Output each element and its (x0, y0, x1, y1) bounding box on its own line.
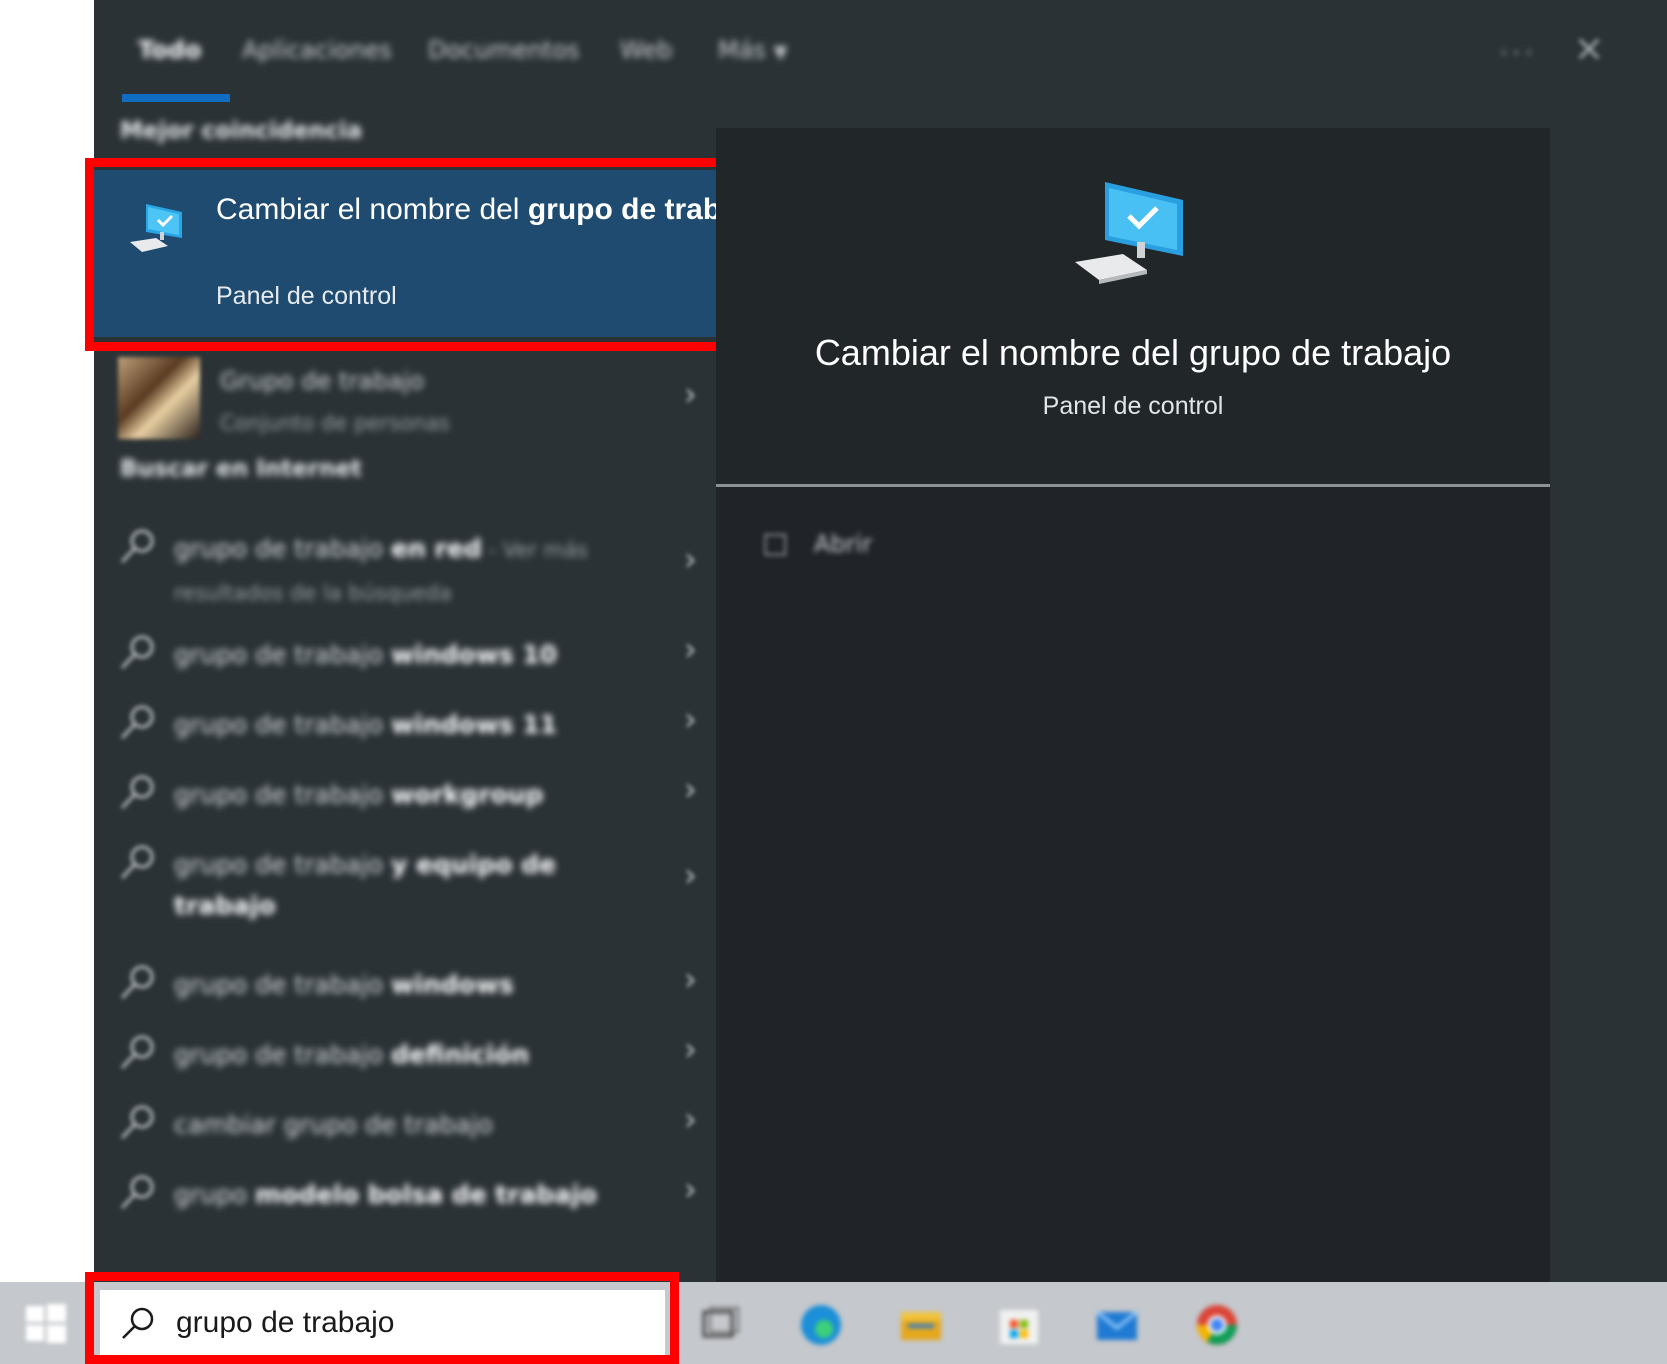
preview-divider (716, 484, 1550, 487)
web-result-bold: windows 11 (391, 710, 558, 739)
close-icon[interactable]: ✕ (1574, 30, 1604, 71)
open-label: Abrir (814, 530, 873, 558)
web-result-text: cambiar grupo de trabajo (174, 1104, 644, 1145)
web-result-row[interactable]: grupo modelo bolsa de trabajo › (94, 1170, 786, 1230)
web-result-plain: grupo de trabajo (174, 534, 392, 563)
chevron-right-icon[interactable]: › (684, 1100, 697, 1138)
search-icon (120, 1035, 154, 1070)
chevron-right-icon[interactable]: › (684, 856, 697, 894)
web-result-row[interactable]: grupo de trabajo windows 10 › (94, 630, 786, 690)
web-result-bold: windows (391, 970, 514, 999)
computer-check-icon (130, 204, 182, 252)
chevron-right-icon[interactable]: › (684, 1030, 697, 1068)
search-input[interactable]: grupo de trabajo (176, 1306, 395, 1340)
web-result-plain: cambiar grupo de trabajo (174, 1110, 493, 1139)
web-result-row[interactable]: grupo de trabajo en red - Ver más result… (94, 524, 786, 614)
file-explorer-icon[interactable] (898, 1302, 944, 1348)
people-result-subtitle: Conjunto de personas (220, 411, 450, 435)
open-window-icon: □ (762, 526, 789, 559)
computer-check-icon (1075, 182, 1183, 284)
preview-subtitle: Panel de control (1042, 392, 1224, 420)
tab-documentos[interactable]: Documentos (428, 36, 580, 64)
search-icon (122, 1307, 154, 1339)
web-result-text: grupo de trabajo windows 10 (174, 634, 644, 675)
web-result-text: grupo de trabajo windows 11 (174, 704, 644, 745)
web-result-text: grupo de trabajo workgroup (174, 774, 644, 815)
search-icon (120, 845, 154, 880)
search-icon (120, 529, 154, 564)
tab-mas-label: Más (718, 36, 766, 64)
web-result-bold: en red (391, 534, 482, 563)
best-match-heading: Mejor coincidencia (120, 118, 363, 144)
web-result-row[interactable]: grupo de trabajo windows 11 › (94, 700, 786, 760)
search-icon (120, 1105, 154, 1140)
chrome-icon[interactable] (1194, 1302, 1240, 1348)
mail-icon[interactable] (1094, 1302, 1140, 1348)
web-result-text: grupo de trabajo definición (174, 1034, 644, 1075)
open-action[interactable]: □ Abrir (756, 520, 956, 570)
edge-icon[interactable] (798, 1302, 844, 1348)
best-match-title-plain: Cambiar el nombre del (216, 193, 528, 226)
search-icon (120, 635, 154, 670)
chevron-right-icon[interactable]: › (684, 540, 697, 578)
web-result-row[interactable]: grupo de trabajo windows › (94, 960, 786, 1020)
search-icon (120, 705, 154, 740)
active-tab-indicator (122, 94, 230, 102)
web-result-row[interactable]: cambiar grupo de trabajo › (94, 1100, 786, 1160)
people-result-title: Grupo de trabajo (220, 367, 425, 395)
taskbar: grupo de trabajo (0, 1282, 1667, 1364)
web-result-text: grupo de trabajo en red - Ver más result… (174, 528, 644, 614)
web-result-plain: grupo de trabajo (174, 780, 392, 809)
search-tabs: Todo Aplicaciones Documentos Web Más ▼ ·… (94, 0, 1667, 102)
web-result-bold: modelo bolsa de trabajo (255, 1180, 597, 1209)
tab-todo[interactable]: Todo (138, 36, 201, 64)
search-icon (120, 1175, 154, 1210)
web-result-text: grupo de trabajo windows (174, 964, 644, 1005)
chevron-right-icon[interactable]: › (684, 770, 697, 808)
store-icon[interactable] (996, 1302, 1042, 1348)
web-result-row[interactable]: grupo de trabajo workgroup › (94, 770, 786, 830)
web-result-text: grupo modelo bolsa de trabajo (174, 1174, 644, 1215)
chevron-right-icon[interactable]: › (684, 700, 697, 738)
web-result-plain: grupo de trabajo (174, 850, 392, 879)
web-result-row[interactable]: grupo de trabajo y equipo de trabajo › (94, 840, 786, 940)
more-options-button[interactable]: ··· (1499, 36, 1537, 71)
taskbar-search-box[interactable]: grupo de trabajo (100, 1290, 665, 1356)
tab-web[interactable]: Web (620, 36, 672, 64)
people-photo (118, 357, 200, 439)
web-result-plain: grupo de trabajo (174, 710, 392, 739)
web-result-text: grupo de trabajo y equipo de trabajo (174, 844, 644, 926)
chevron-down-icon: ▼ (773, 42, 788, 63)
task-view-icon[interactable] (698, 1302, 744, 1348)
search-icon (120, 965, 154, 1000)
web-result-plain: grupo de trabajo (174, 1040, 392, 1069)
chevron-right-icon[interactable]: › (684, 375, 697, 413)
web-result-plain: grupo (174, 1180, 256, 1209)
tab-mas[interactable]: Más ▼ (718, 36, 787, 64)
preview-pane: Cambiar el nombre del grupo de trabajo P… (716, 128, 1550, 1282)
chevron-right-icon[interactable]: › (684, 960, 697, 998)
web-result-bold: workgroup (391, 780, 544, 809)
preview-title: Cambiar el nombre del grupo de trabajo (814, 332, 1452, 373)
search-icon (120, 775, 154, 810)
chevron-right-icon[interactable]: › (684, 630, 697, 668)
web-search-heading: Buscar en Internet (120, 456, 362, 482)
web-result-row[interactable]: grupo de trabajo definición › (94, 1030, 786, 1090)
best-match-subtitle: Panel de control (216, 282, 397, 310)
web-result-plain: grupo de trabajo (174, 640, 392, 669)
preview-header: Cambiar el nombre del grupo de trabajo P… (716, 128, 1550, 484)
web-result-bold: definición (391, 1040, 530, 1069)
chevron-right-icon[interactable]: › (684, 1170, 697, 1208)
best-match-result[interactable]: Cambiar el nombre del grupo de trabajo P… (94, 170, 786, 337)
web-result-bold: windows 10 (391, 640, 558, 669)
web-result-plain: grupo de trabajo (174, 970, 392, 999)
windows-start-icon[interactable] (24, 1302, 68, 1346)
tab-aplicaciones[interactable]: Aplicaciones (242, 36, 392, 64)
people-result[interactable]: Grupo de trabajo Conjunto de personas › (94, 355, 786, 445)
best-match-title: Cambiar el nombre del grupo de trabajo (216, 190, 776, 230)
